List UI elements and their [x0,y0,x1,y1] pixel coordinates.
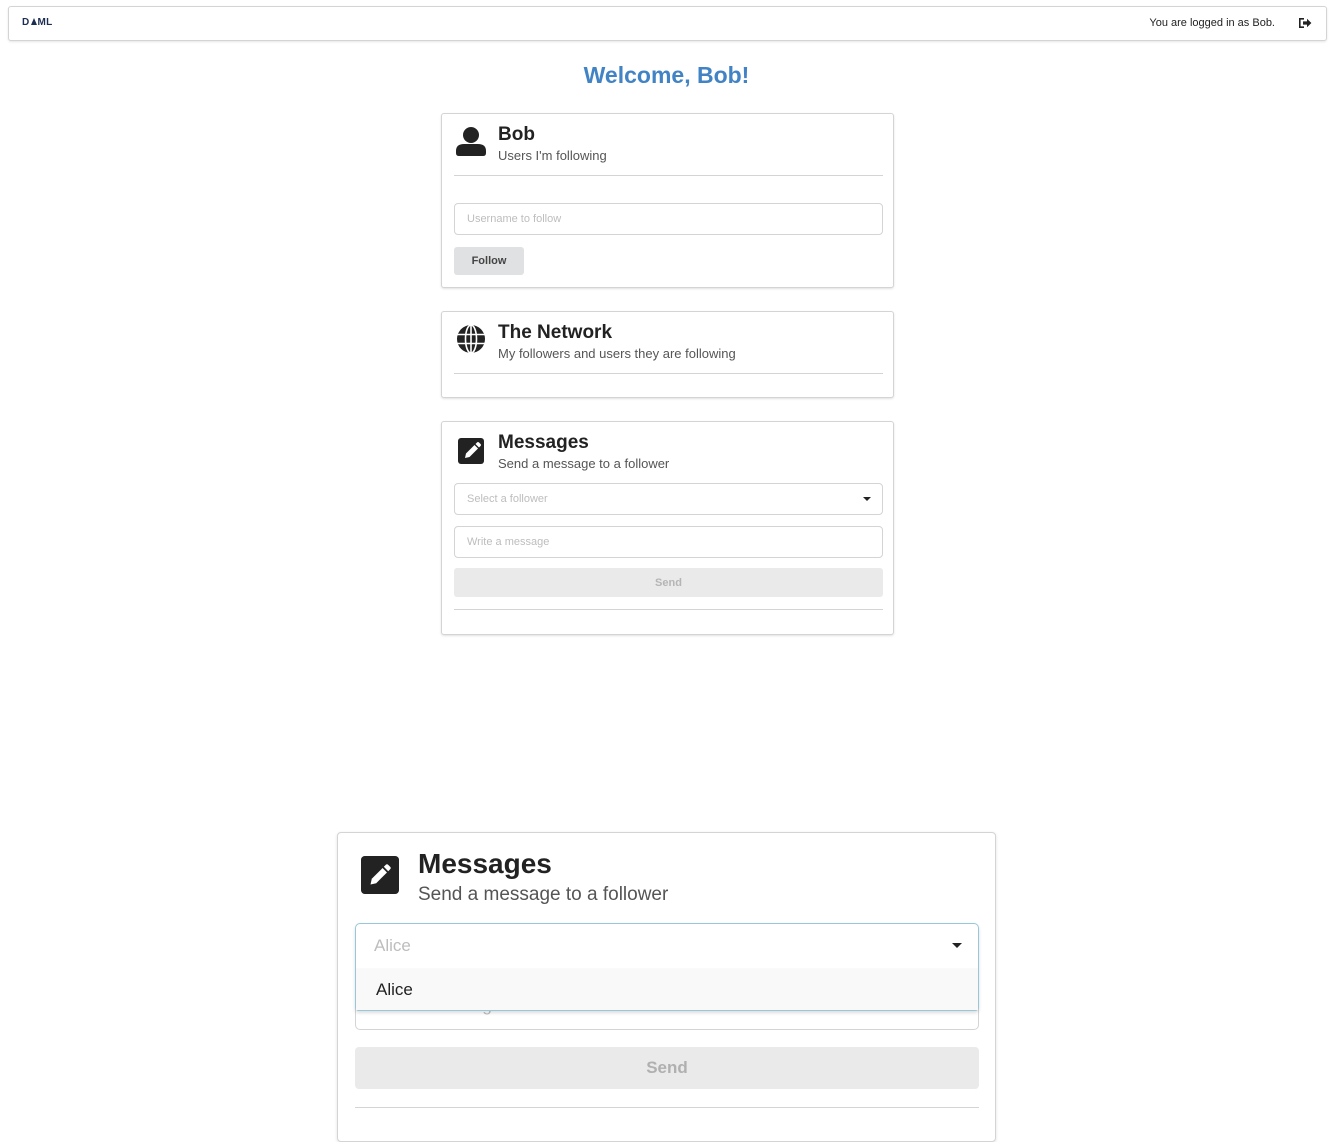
follower-select-placeholder: Select a follower [467,493,548,505]
message-placeholder: Write a message [467,536,550,548]
messages-card-subtitle: Send a message to a follower [498,456,670,471]
zoom-send-button[interactable]: Send [355,1047,979,1089]
logo-triangle [30,18,37,25]
logo-part-right: ML [37,17,53,28]
dropdown-caret-icon [952,943,962,948]
daml-logo[interactable]: D ML [22,17,53,28]
zoom-follower-select-value: Alice [374,936,411,955]
network-card-title: The Network [498,322,613,343]
zoom-follower-select-open[interactable]: Alice Alice [355,923,979,1011]
messages-card-zoomed: Messages Send a message to a follower Wr… [337,832,996,1142]
top-menu-bar: D ML You are logged in as Bob. [8,6,1327,41]
messages-divider [454,609,883,610]
zoom-divider [355,1107,979,1108]
edit-icon [458,438,484,464]
messages-card-title: Messages [498,432,589,453]
message-input[interactable]: Write a message [454,526,883,558]
send-button[interactable]: Send [454,568,883,597]
sign-out-icon[interactable] [1298,17,1312,29]
following-card: Bob Users I'm following Username to foll… [441,113,894,288]
follower-select[interactable]: Select a follower [454,483,883,515]
dropdown-option-alice[interactable]: Alice [356,968,978,1010]
welcome-heading: Welcome, Bob! [583,62,750,88]
messages-card: Messages Send a message to a follower Se… [441,421,894,635]
globe-icon [457,324,485,354]
edit-icon [361,856,399,894]
dropdown-option-label: Alice [376,980,413,999]
logo-part-left: D [22,17,30,28]
following-card-subtitle: Users I'm following [498,148,607,163]
zoom-messages-subtitle: Send a message to a follower [418,884,669,905]
network-card: The Network My followers and users they … [441,311,894,398]
logged-in-text: You are logged in as Bob. [1149,17,1275,29]
username-to-follow-input[interactable]: Username to follow [454,203,883,235]
user-icon [456,127,486,156]
dropdown-caret-icon [863,497,871,501]
following-card-title: Bob [498,124,535,145]
follow-button[interactable]: Follow [454,247,524,275]
zoom-messages-title: Messages [418,848,552,879]
following-divider [454,175,883,176]
network-card-subtitle: My followers and users they are followin… [498,346,736,361]
network-divider [454,373,883,374]
username-placeholder: Username to follow [467,213,562,225]
